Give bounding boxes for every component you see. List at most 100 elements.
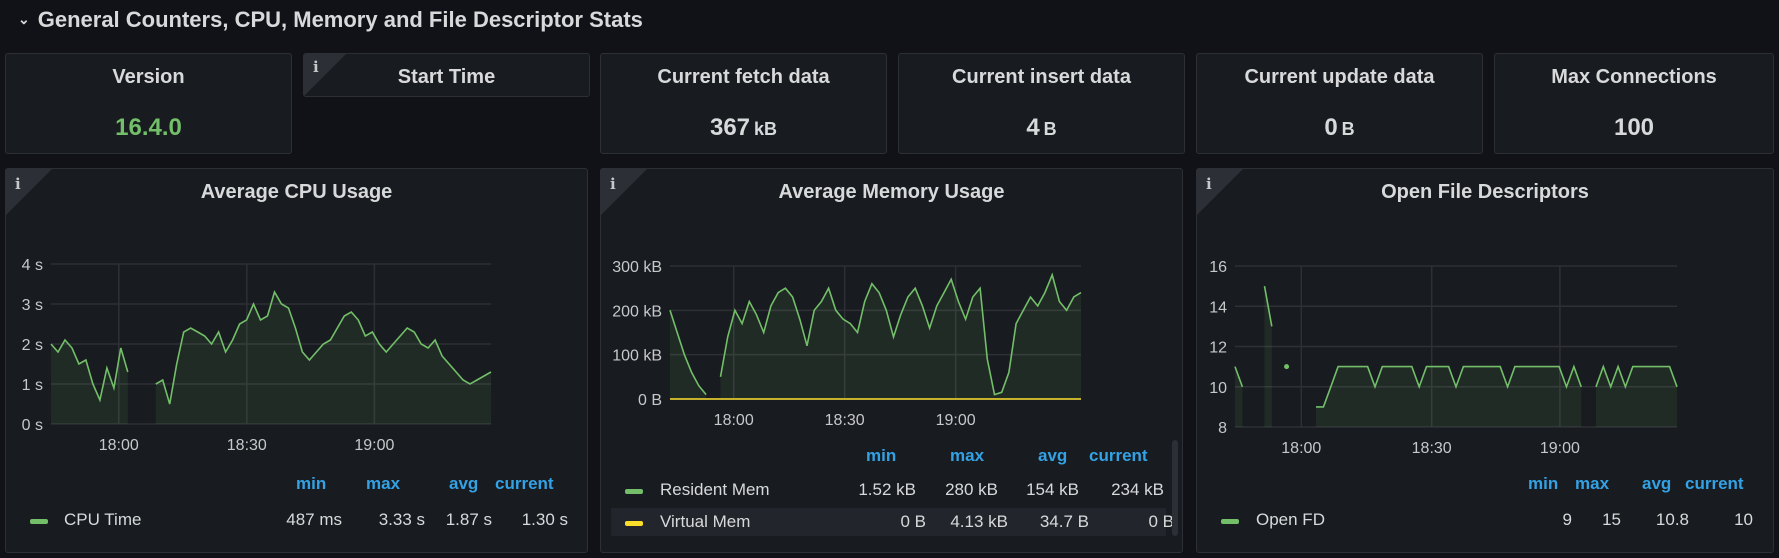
- stat-panel-update: Current update data 0B: [1196, 53, 1483, 154]
- stat-value: 100: [1495, 114, 1773, 142]
- legend-header-min[interactable]: min: [866, 446, 896, 466]
- legend-scrollbar[interactable]: [1172, 440, 1178, 536]
- y-tick-label: 2 s: [22, 337, 43, 354]
- panel-title: Current fetch data: [657, 66, 830, 88]
- panel-title: Max Connections: [1551, 66, 1717, 88]
- y-tick-label: 16: [1209, 259, 1227, 276]
- series-swatch: [1221, 519, 1239, 524]
- x-tick-label: 18:00: [1281, 440, 1321, 457]
- x-tick-label: 18:30: [227, 437, 267, 454]
- series-swatch: [30, 519, 48, 524]
- legend-max: 4.13 kB: [950, 512, 1008, 531]
- x-tick-label: 19:00: [1540, 440, 1580, 457]
- legend-current: 10: [1734, 510, 1753, 529]
- stat-value: 16.4.0: [6, 114, 291, 142]
- row-header-toggle[interactable]: ⌄ General Counters, CPU, Memory and File…: [18, 6, 643, 34]
- stat-number: 0: [1324, 114, 1338, 141]
- data-point: [1284, 364, 1290, 370]
- legend-max: 280 kB: [945, 480, 998, 499]
- legend-avg: 1.87 s: [445, 510, 492, 529]
- series-name: Open FD: [1256, 510, 1325, 529]
- legend: min max avg current Resident Mem 1.52 kB…: [601, 440, 1184, 554]
- legend: min max avg current Open FD 9 15 10.8 10: [1197, 474, 1775, 554]
- y-tick-label: 200 kB: [612, 303, 662, 320]
- chevron-down-icon: ⌄: [18, 10, 30, 27]
- panel-title: Open File Descriptors: [1381, 181, 1589, 203]
- x-tick-label: 19:00: [936, 412, 976, 429]
- legend-header-min[interactable]: min: [296, 474, 326, 494]
- legend-header-avg[interactable]: avg: [1642, 474, 1671, 494]
- y-tick-label: 8: [1218, 420, 1227, 437]
- panel-title: Average CPU Usage: [200, 181, 393, 203]
- x-tick-label: 18:30: [825, 412, 865, 429]
- legend: min max avg current CPU Time 487 ms 3.33…: [6, 474, 589, 554]
- y-tick-label: 1 s: [22, 377, 43, 394]
- stat-number: 4: [1026, 114, 1040, 141]
- series-name: CPU Time: [64, 510, 142, 529]
- series-area: [1596, 366, 1677, 427]
- stat-panel-fetch: Current fetch data 367 kB: [600, 53, 887, 154]
- legend-row[interactable]: Virtual Mem 0 B 4.13 kB 34.7 B 0 B: [611, 508, 1174, 536]
- series-area: [51, 340, 128, 424]
- y-tick-label: 10: [1209, 380, 1227, 397]
- graph-panel-fd: i Open File Descriptors 8 10 12 14 16 18:00 18…: [1196, 168, 1774, 553]
- series-area: [1316, 366, 1582, 427]
- legend-max: 15: [1602, 510, 1621, 529]
- y-tick-label: 12: [1209, 340, 1227, 357]
- stat-unit: B: [1341, 119, 1355, 139]
- series-name: Resident Mem: [660, 480, 770, 499]
- legend-min: 487 ms: [286, 510, 342, 529]
- x-tick-label: 18:00: [99, 437, 139, 454]
- legend-header-min[interactable]: min: [1528, 474, 1558, 494]
- series-swatch: [625, 521, 643, 526]
- legend-avg: 154 kB: [1026, 480, 1079, 499]
- stat-panel-version: Version 16.4.0: [5, 53, 292, 154]
- graph-panel-cpu: i Average CPU Usage 0 s1 s2 s3 s4 s 18:00…: [5, 168, 588, 553]
- y-tick-label: 100 kB: [612, 348, 662, 365]
- legend-current: 1.30 s: [521, 510, 568, 529]
- stat-value: 0B: [1197, 114, 1482, 142]
- legend-row[interactable]: CPU Time 487 ms 3.33 s 1.87 s 1.30 s: [6, 510, 589, 534]
- panel-title: Version: [112, 66, 185, 88]
- panel-title: Start Time: [397, 66, 496, 88]
- legend-header-avg[interactable]: avg: [1038, 446, 1067, 466]
- panel-title: Average Memory Usage: [778, 181, 1005, 203]
- series-area: [720, 274, 1081, 399]
- legend-current: 0 B: [1148, 512, 1174, 531]
- x-tick-label: 18:00: [714, 412, 754, 429]
- x-tick-label: 18:30: [1412, 440, 1452, 457]
- legend-header-max[interactable]: max: [366, 474, 400, 494]
- stat-panel-insert: Current insert data 4B: [898, 53, 1185, 154]
- stat-value: 367 kB: [601, 114, 886, 142]
- y-tick-label: 14: [1209, 299, 1227, 316]
- legend-avg: 34.7 B: [1039, 512, 1089, 531]
- cpu-chart[interactable]: 0 s 1 s 2 s 3 s 4 s 18:00 18:30 19:00: [6, 219, 589, 509]
- series-swatch: [625, 489, 643, 494]
- stat-panel-max-connections: Max Connections 100: [1494, 53, 1774, 154]
- legend-header-avg[interactable]: avg: [449, 474, 478, 494]
- stat-panel-start-time: i Start Time: [303, 53, 590, 97]
- stat-number: 367: [709, 114, 751, 141]
- legend-header-current[interactable]: current: [1685, 474, 1744, 494]
- legend-row[interactable]: Resident Mem 1.52 kB 280 kB 154 kB 234 k…: [601, 480, 1166, 506]
- legend-avg: 10.8: [1655, 510, 1689, 529]
- legend-header-max[interactable]: max: [1575, 474, 1609, 494]
- legend-header-current[interactable]: current: [495, 474, 554, 494]
- y-tick-label: 300 kB: [612, 259, 662, 276]
- x-tick-label: 19:00: [354, 437, 394, 454]
- series-name: Virtual Mem: [660, 512, 751, 531]
- legend-row[interactable]: Open FD 9 15 10.8 10: [1197, 510, 1775, 534]
- legend-header-current[interactable]: current: [1089, 446, 1148, 466]
- legend-header-max[interactable]: max: [950, 446, 984, 466]
- stat-unit: B: [1043, 119, 1057, 139]
- y-tick-label: 4 s: [22, 257, 43, 274]
- fd-chart[interactable]: 8 10 12 14 16 18:00 18:30 19:00: [1197, 219, 1775, 509]
- y-tick-label: 3 s: [22, 297, 43, 314]
- graph-panel-memory: i Average Memory Usage 0 B 100 kB 200 kB 30…: [600, 168, 1183, 553]
- legend-min: 0 B: [900, 512, 926, 531]
- y-tick-label: 0 s: [22, 417, 43, 434]
- legend-current: 234 kB: [1111, 480, 1164, 499]
- row-title: General Counters, CPU, Memory and File D…: [37, 7, 643, 32]
- legend-min: 1.52 kB: [858, 480, 916, 499]
- y-tick-label: 0 B: [638, 392, 662, 409]
